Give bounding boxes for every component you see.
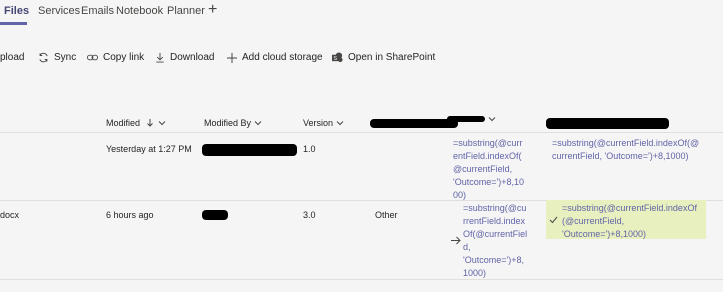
tab-planner[interactable]: Planner: [167, 5, 205, 17]
redacted-column-header: [370, 119, 458, 128]
column-header-redacted[interactable]: [447, 116, 496, 122]
open-in-sharepoint-label: Open in SharePoint: [348, 52, 436, 63]
column-header-modified[interactable]: Modified: [106, 118, 166, 128]
download-label: Download: [170, 52, 215, 63]
chevron-down-icon: [254, 121, 262, 126]
sync-button[interactable]: Sync: [38, 52, 76, 63]
open-in-sharepoint-button[interactable]: S Open in SharePoint: [332, 52, 435, 63]
svg-text:S: S: [333, 56, 337, 62]
sync-label: Sync: [54, 52, 77, 63]
tab-services[interactable]: Services: [38, 5, 80, 17]
files-toolbar: pload Sync Copy link Download Add cloud …: [0, 28, 723, 88]
copy-link-label: Copy link: [103, 52, 145, 63]
modified-cell: 6 hours ago: [106, 210, 154, 220]
plus-icon: [227, 52, 237, 63]
add-tab-button[interactable]: +: [208, 2, 217, 18]
copy-link-button[interactable]: Copy link: [87, 52, 144, 63]
modified-cell: Yesterday at 1:27 PM: [106, 144, 192, 154]
channel-tab-bar: Files Services Emails Notebook Planner +: [0, 0, 723, 28]
tab-notebook[interactable]: Notebook: [116, 5, 163, 17]
formula-cell[interactable]: =substring(@currentField.indexOf (@curre…: [562, 202, 697, 241]
version-cell: 1.0: [303, 144, 316, 154]
chevron-down-icon: [158, 121, 166, 126]
files-grid: Modified Modified By Version Yesterday a…: [0, 88, 723, 292]
version-cell: 3.0: [303, 210, 316, 220]
column-header-version[interactable]: Version: [303, 118, 344, 128]
sync-icon: [39, 52, 48, 63]
upload-label: pload: [0, 52, 25, 63]
version-header-label: Version: [303, 118, 334, 128]
formula-cell: =substring(@currentField.indexOf(@ curre…: [552, 138, 700, 161]
formula-cell: =substring(@curr entField.indexOf( @curr…: [453, 138, 524, 200]
add-cloud-storage-button[interactable]: Add cloud storage: [227, 52, 323, 63]
arrow-right-icon: [451, 236, 461, 245]
chevron-down-icon: [488, 117, 496, 122]
chevron-down-icon: [336, 121, 344, 126]
download-button[interactable]: Download: [155, 52, 214, 63]
formula-cell: =substring(@cu rrentField.index Of(@curr…: [463, 203, 528, 278]
file-name-cell: docx: [0, 210, 20, 220]
sharepoint-icon: S: [332, 52, 343, 63]
add-cloud-storage-label: Add cloud storage: [242, 52, 323, 63]
tab-emails[interactable]: Emails: [81, 5, 114, 17]
download-icon: [156, 52, 164, 63]
link-icon: [87, 54, 98, 61]
modified-header-label: Modified: [106, 118, 141, 128]
redacted-header-text: [447, 116, 485, 122]
redacted-modified-by: [202, 144, 297, 156]
header-divider: [0, 132, 723, 133]
redacted-modified-by: [202, 210, 228, 220]
row-divider: [0, 279, 723, 280]
choice-cell: Other: [375, 210, 398, 220]
modified-by-header-label: Modified By: [204, 118, 252, 128]
upload-button[interactable]: pload: [0, 52, 24, 63]
sort-descending-icon: [147, 119, 153, 127]
redacted-column-header: [546, 118, 669, 129]
checkmark-icon: [549, 216, 558, 224]
active-tab-indicator: [0, 22, 27, 25]
column-header-modified-by[interactable]: Modified By: [204, 118, 262, 128]
tab-files[interactable]: Files: [4, 5, 29, 17]
